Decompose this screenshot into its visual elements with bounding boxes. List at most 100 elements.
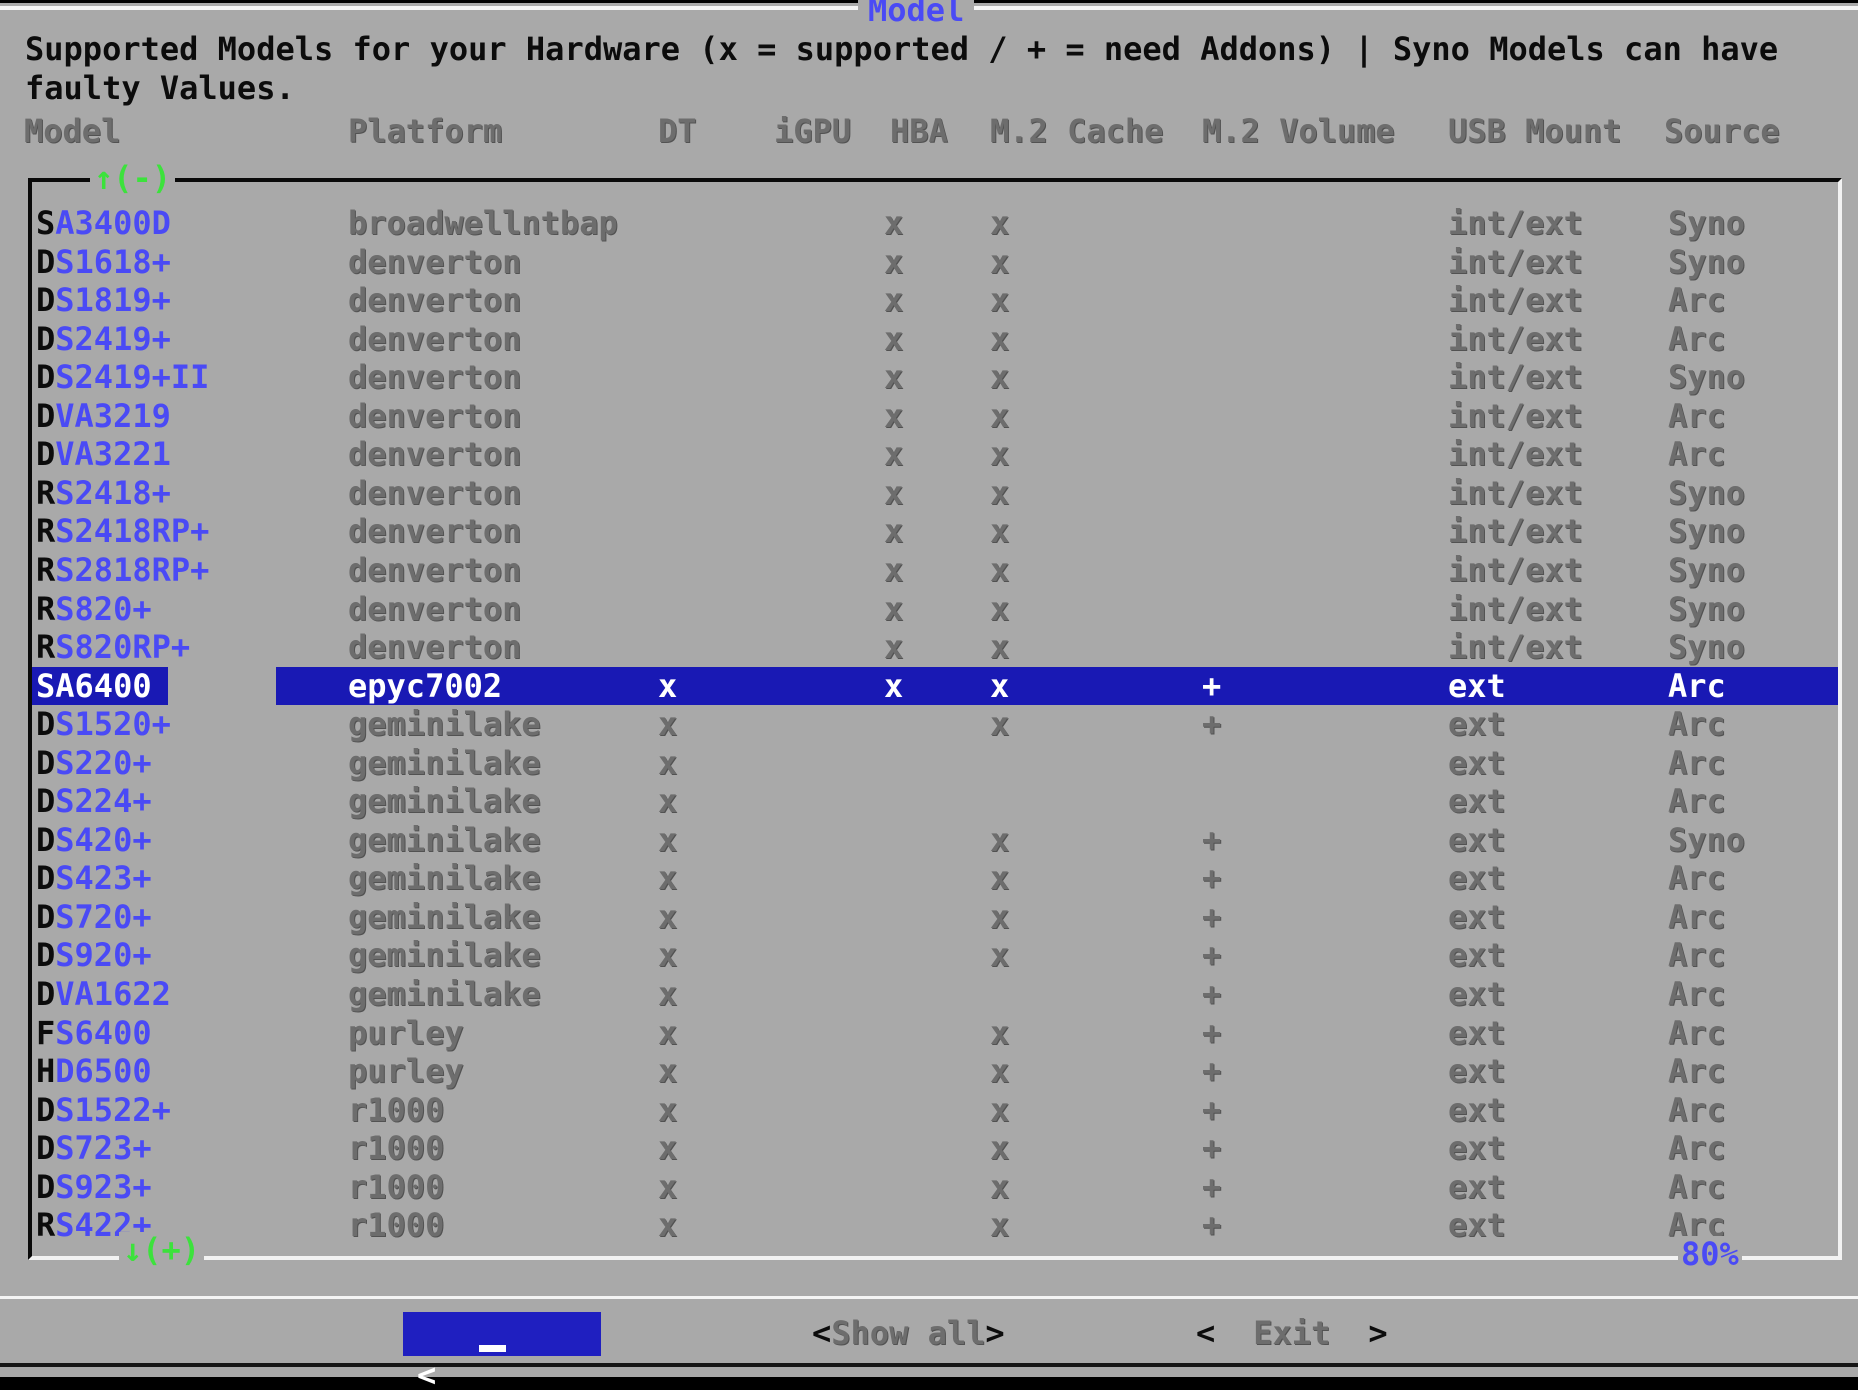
- model-name-rest: S420+: [55, 821, 151, 859]
- cell-m2volume: +: [1202, 859, 1221, 897]
- model-row-ds1819-[interactable]: DS1819+denvertonxxint/extArc: [32, 281, 1838, 320]
- model-row-sa6400[interactable]: SA6400epyc7002xxx+extArc: [32, 667, 1838, 706]
- cell-usb: ext: [1448, 936, 1506, 974]
- cell-model: DVA1622: [36, 975, 171, 1013]
- model-name-rest: S720+: [55, 898, 151, 936]
- model-row-ds2419-[interactable]: DS2419+denvertonxxint/extArc: [32, 320, 1838, 359]
- cell-usb: ext: [1448, 975, 1506, 1013]
- ok-button[interactable]: < OK >: [403, 1312, 601, 1356]
- cell-source: Arc: [1668, 1129, 1726, 1167]
- model-row-ds423-[interactable]: DS423+geminilakexx+extArc: [32, 859, 1838, 898]
- model-list[interactable]: ↑(-) SA3400Dbroadwellntbapxxint/extSynoD…: [28, 178, 1842, 1260]
- model-hotkey-letter: D: [36, 1091, 55, 1129]
- cell-source: Syno: [1668, 204, 1745, 242]
- cell-m2cache: x: [990, 281, 1009, 319]
- model-hotkey-letter: D: [36, 859, 55, 897]
- column-header-igpu: iGPU: [774, 112, 851, 150]
- cell-source: Arc: [1668, 705, 1726, 743]
- cell-platform: denverton: [348, 590, 521, 628]
- cell-model: DS720+: [36, 898, 152, 936]
- model-row-sa3400d[interactable]: SA3400Dbroadwellntbapxxint/extSyno: [32, 204, 1838, 243]
- model-hotkey-letter: D: [36, 975, 55, 1013]
- show-all-button[interactable]: <Show all>: [812, 1314, 1005, 1354]
- model-row-rs2818rp-[interactable]: RS2818RP+denvertonxxint/extSyno: [32, 551, 1838, 590]
- model-row-ds420-[interactable]: DS420+geminilakexx+extSyno: [32, 821, 1838, 860]
- model-row-rs820rp-[interactable]: RS820RP+denvertonxxint/extSyno: [32, 628, 1838, 667]
- cell-usb: ext: [1448, 1168, 1506, 1206]
- cell-model: DVA3219: [36, 397, 171, 435]
- model-row-rs820-[interactable]: RS820+denvertonxxint/extSyno: [32, 590, 1838, 629]
- model-name-rest: S1819+: [55, 281, 171, 319]
- cell-model: DS1819+: [36, 281, 171, 319]
- cell-hba: x: [884, 435, 903, 473]
- cell-usb: ext: [1448, 1091, 1506, 1129]
- model-row-ds1618-[interactable]: DS1618+denvertonxxint/extSyno: [32, 243, 1838, 282]
- column-header-model: Model: [24, 112, 120, 150]
- model-hotkey-letter: D: [36, 243, 55, 281]
- column-header-m-2-volume: M.2 Volume: [1202, 112, 1395, 150]
- model-row-ds2419-ii[interactable]: DS2419+IIdenvertonxxint/extSyno: [32, 358, 1838, 397]
- model-name-rest: S2418RP+: [55, 512, 209, 550]
- cell-usb: ext: [1448, 859, 1506, 897]
- cell-source: Arc: [1668, 898, 1726, 936]
- exit-bracket-close: >: [1368, 1314, 1387, 1352]
- exit-button[interactable]: < Exit >: [1196, 1314, 1388, 1354]
- model-name-rest: S2418+: [55, 474, 171, 512]
- scroll-down-indicator[interactable]: ↓(+): [119, 1232, 204, 1268]
- model-row-ds1520-[interactable]: DS1520+geminilakexx+extArc: [32, 705, 1838, 744]
- cell-m2cache: x: [990, 204, 1009, 242]
- cell-m2volume: +: [1202, 1052, 1221, 1090]
- model-row-ds723-[interactable]: DS723+r1000xx+extArc: [32, 1129, 1838, 1168]
- model-hotkey-letter: D: [36, 435, 55, 473]
- model-row-ds923-[interactable]: DS923+r1000xx+extArc: [32, 1168, 1838, 1207]
- cell-m2cache: x: [990, 821, 1009, 859]
- cell-platform: geminilake: [348, 859, 541, 897]
- cell-hba: x: [884, 628, 903, 666]
- model-hotkey-letter: R: [36, 628, 55, 666]
- cell-m2cache: x: [990, 320, 1009, 358]
- model-row-fs6400[interactable]: FS6400purleyxx+extArc: [32, 1014, 1838, 1053]
- column-header-dt: DT: [658, 112, 697, 150]
- cell-m2cache: x: [990, 705, 1009, 743]
- cell-hba: x: [884, 358, 903, 396]
- cell-dt: x: [658, 975, 677, 1013]
- cell-source: Syno: [1668, 551, 1745, 589]
- model-row-rs2418-[interactable]: RS2418+denvertonxxint/extSyno: [32, 474, 1838, 513]
- model-row-dva3221[interactable]: DVA3221denvertonxxint/extArc: [32, 435, 1838, 474]
- model-row-ds224-[interactable]: DS224+geminilakexextArc: [32, 782, 1838, 821]
- model-row-ds920-[interactable]: DS920+geminilakexx+extArc: [32, 936, 1838, 975]
- cell-platform: r1000: [348, 1091, 444, 1129]
- cell-m2volume: +: [1202, 1206, 1221, 1244]
- cell-platform: denverton: [348, 512, 521, 550]
- model-row-rs2418rp-[interactable]: RS2418RP+denvertonxxint/extSyno: [32, 512, 1838, 551]
- cell-source: Syno: [1668, 474, 1745, 512]
- model-hotkey-letter: D: [36, 1168, 55, 1206]
- cell-dt: x: [658, 1014, 677, 1052]
- scroll-up-indicator[interactable]: ↑(-): [90, 160, 175, 196]
- model-row-dva3219[interactable]: DVA3219denvertonxxint/extArc: [32, 397, 1838, 436]
- model-name-rest: S820+: [55, 590, 151, 628]
- model-row-ds720-[interactable]: DS720+geminilakexx+extArc: [32, 898, 1838, 937]
- cell-source: Syno: [1668, 243, 1745, 281]
- model-name-rest: S820RP+: [55, 628, 190, 666]
- subtitle-line-1: Supported Models for your Hardware (x = …: [25, 30, 1778, 68]
- model-name-rest: S1520+: [55, 705, 171, 743]
- cell-m2cache: x: [990, 1129, 1009, 1167]
- model-row-ds220-[interactable]: DS220+geminilakexextArc: [32, 744, 1838, 783]
- cell-usb: int/ext: [1448, 435, 1583, 473]
- model-hotkey-letter: D: [36, 320, 55, 358]
- cell-m2volume: +: [1202, 975, 1221, 1013]
- model-row-rs422-[interactable]: RS422+r1000xx+extArc: [32, 1206, 1838, 1245]
- cell-usb: int/ext: [1448, 204, 1583, 242]
- model-hotkey-letter: D: [36, 821, 55, 859]
- model-hotkey-letter: H: [36, 1052, 55, 1090]
- model-row-hd6500[interactable]: HD6500purleyxx+extArc: [32, 1052, 1838, 1091]
- model-name-rest: A3400D: [55, 204, 171, 242]
- cell-platform: denverton: [348, 628, 521, 666]
- model-row-dva1622[interactable]: DVA1622geminilakex+extArc: [32, 975, 1838, 1014]
- cell-m2volume: +: [1202, 821, 1221, 859]
- model-row-ds1522-[interactable]: DS1522+r1000xx+extArc: [32, 1091, 1838, 1130]
- cell-m2cache: x: [990, 936, 1009, 974]
- cell-platform: denverton: [348, 551, 521, 589]
- column-header-platform: Platform: [348, 112, 502, 150]
